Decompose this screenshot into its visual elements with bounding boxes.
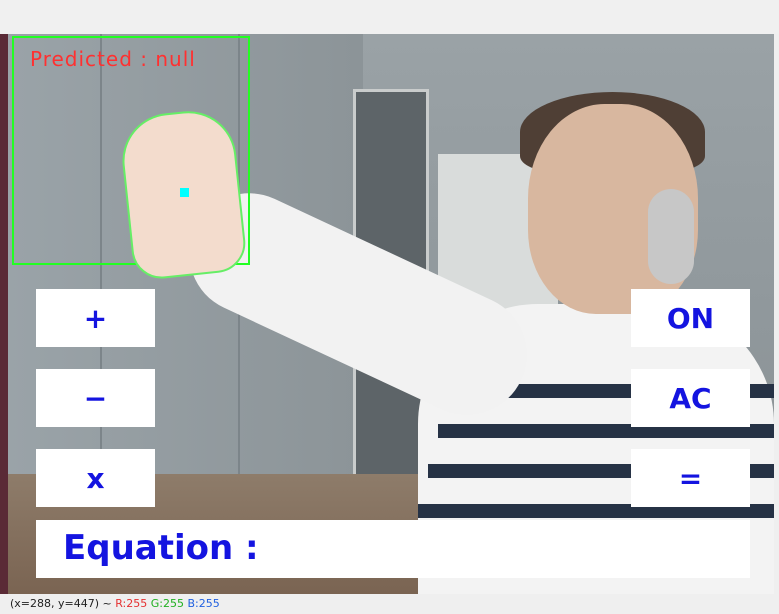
camera-feed[interactable]: Predicted : null + − x ON AC = Equation … <box>8 34 774 594</box>
equation-display: Equation : <box>36 520 750 578</box>
status-bar: (x=288, y=447) ~ R:255 G:255 B:255 <box>0 594 779 614</box>
equals-button[interactable]: = <box>631 449 750 507</box>
headphone <box>648 189 694 284</box>
minus-button[interactable]: − <box>36 369 155 427</box>
cursor-coordinates: (x=288, y=447) ~ <box>10 597 112 610</box>
on-button[interactable]: ON <box>631 289 750 347</box>
window-titlebar <box>0 0 779 34</box>
multiply-button[interactable]: x <box>36 449 155 507</box>
plus-button[interactable]: + <box>36 289 155 347</box>
pixel-green-value: G:255 <box>150 597 184 610</box>
all-clear-button[interactable]: AC <box>631 369 750 427</box>
equation-label: Equation : <box>63 528 259 568</box>
predicted-label: Predicted : null <box>30 47 196 71</box>
pixel-blue-value: B:255 <box>187 597 220 610</box>
fingertip-cursor-dot <box>180 188 189 197</box>
window-left-edge <box>0 34 8 594</box>
pixel-red-value: R:255 <box>115 597 148 610</box>
